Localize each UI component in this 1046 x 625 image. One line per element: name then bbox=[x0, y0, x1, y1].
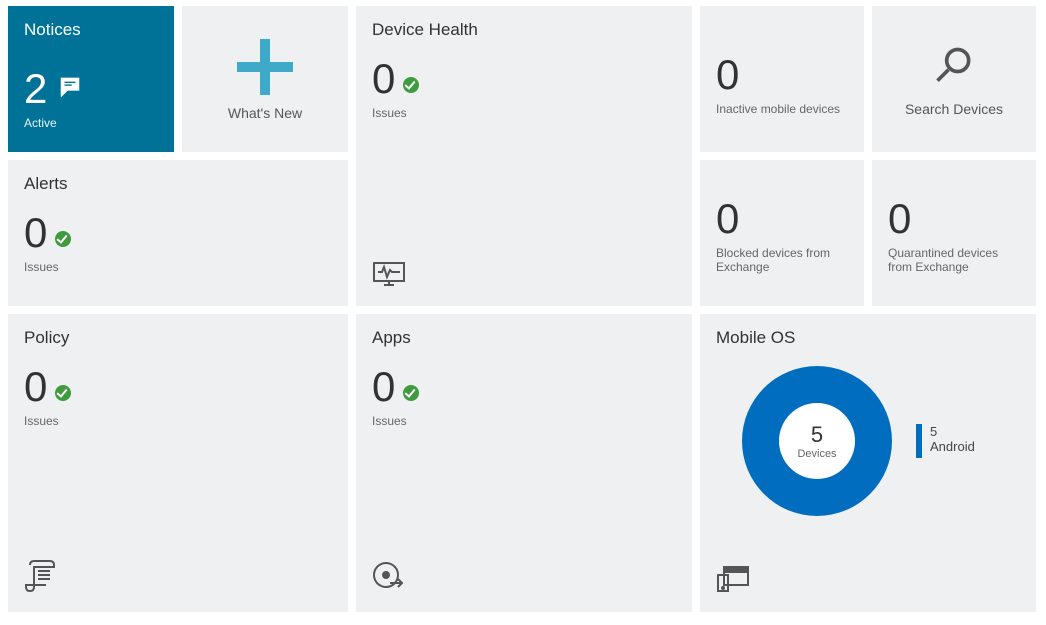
inactive-devices-tile[interactable]: 0 Inactive mobile devices bbox=[700, 6, 864, 152]
blocked-devices-tile[interactable]: 0 Blocked devices from Exchange bbox=[700, 160, 864, 306]
alerts-title: Alerts bbox=[24, 174, 332, 194]
disc-arrow-icon bbox=[372, 561, 406, 598]
blocked-label: Blocked devices from Exchange bbox=[716, 246, 848, 274]
inactive-label: Inactive mobile devices bbox=[716, 102, 848, 116]
monitor-icon bbox=[372, 261, 406, 292]
search-icon bbox=[932, 44, 976, 93]
search-devices-label: Search Devices bbox=[905, 101, 1003, 117]
alerts-value: 0 bbox=[24, 212, 47, 254]
chart-legend: 5 Android bbox=[916, 424, 975, 458]
alerts-label: Issues bbox=[24, 260, 332, 274]
device-health-tile[interactable]: Device Health 0 Issues bbox=[356, 6, 692, 306]
device-health-label: Issues bbox=[372, 106, 676, 120]
policy-label: Issues bbox=[24, 414, 332, 428]
alerts-tile[interactable]: Alerts 0 Issues bbox=[8, 160, 348, 306]
notices-title: Notices bbox=[24, 20, 158, 40]
quarantined-label: Quarantined devices from Exchange bbox=[888, 246, 1020, 274]
device-health-title: Device Health bbox=[372, 20, 676, 40]
apps-value: 0 bbox=[372, 366, 395, 408]
notices-label: Active bbox=[24, 116, 158, 130]
apps-tile[interactable]: Apps 0 Issues bbox=[356, 314, 692, 612]
blocked-value: 0 bbox=[716, 198, 848, 240]
check-icon bbox=[403, 385, 419, 401]
chat-icon bbox=[59, 75, 81, 93]
device-health-value: 0 bbox=[372, 58, 395, 100]
donut-chart: 5 Devices bbox=[742, 366, 892, 516]
check-icon bbox=[403, 77, 419, 93]
plus-icon bbox=[237, 39, 293, 95]
mobile-os-title: Mobile OS bbox=[716, 328, 1020, 348]
notices-value: 2 bbox=[24, 68, 47, 110]
legend-color-swatch bbox=[916, 424, 922, 458]
mobile-os-tile[interactable]: Mobile OS 5 Devices 5 Android bbox=[700, 314, 1036, 612]
devices-icon bbox=[716, 565, 750, 598]
check-icon bbox=[55, 231, 71, 247]
apps-title: Apps bbox=[372, 328, 676, 348]
check-icon bbox=[55, 385, 71, 401]
inactive-value: 0 bbox=[716, 54, 848, 96]
policy-tile[interactable]: Policy 0 Issues bbox=[8, 314, 348, 612]
apps-label: Issues bbox=[372, 414, 676, 428]
notices-tile[interactable]: Notices 2 Active bbox=[8, 6, 174, 152]
policy-value: 0 bbox=[24, 366, 47, 408]
quarantined-value: 0 bbox=[888, 198, 1020, 240]
policy-title: Policy bbox=[24, 328, 332, 348]
search-devices-tile[interactable]: Search Devices bbox=[872, 6, 1036, 152]
donut-total-label: Devices bbox=[797, 448, 836, 460]
quarantined-devices-tile[interactable]: 0 Quarantined devices from Exchange bbox=[872, 160, 1036, 306]
scroll-icon bbox=[24, 559, 56, 598]
legend-label: Android bbox=[930, 439, 975, 454]
whats-new-label: What's New bbox=[228, 105, 302, 121]
donut-total-value: 5 bbox=[811, 422, 823, 448]
legend-value: 5 bbox=[930, 424, 975, 439]
whats-new-tile[interactable]: What's New bbox=[182, 6, 348, 152]
